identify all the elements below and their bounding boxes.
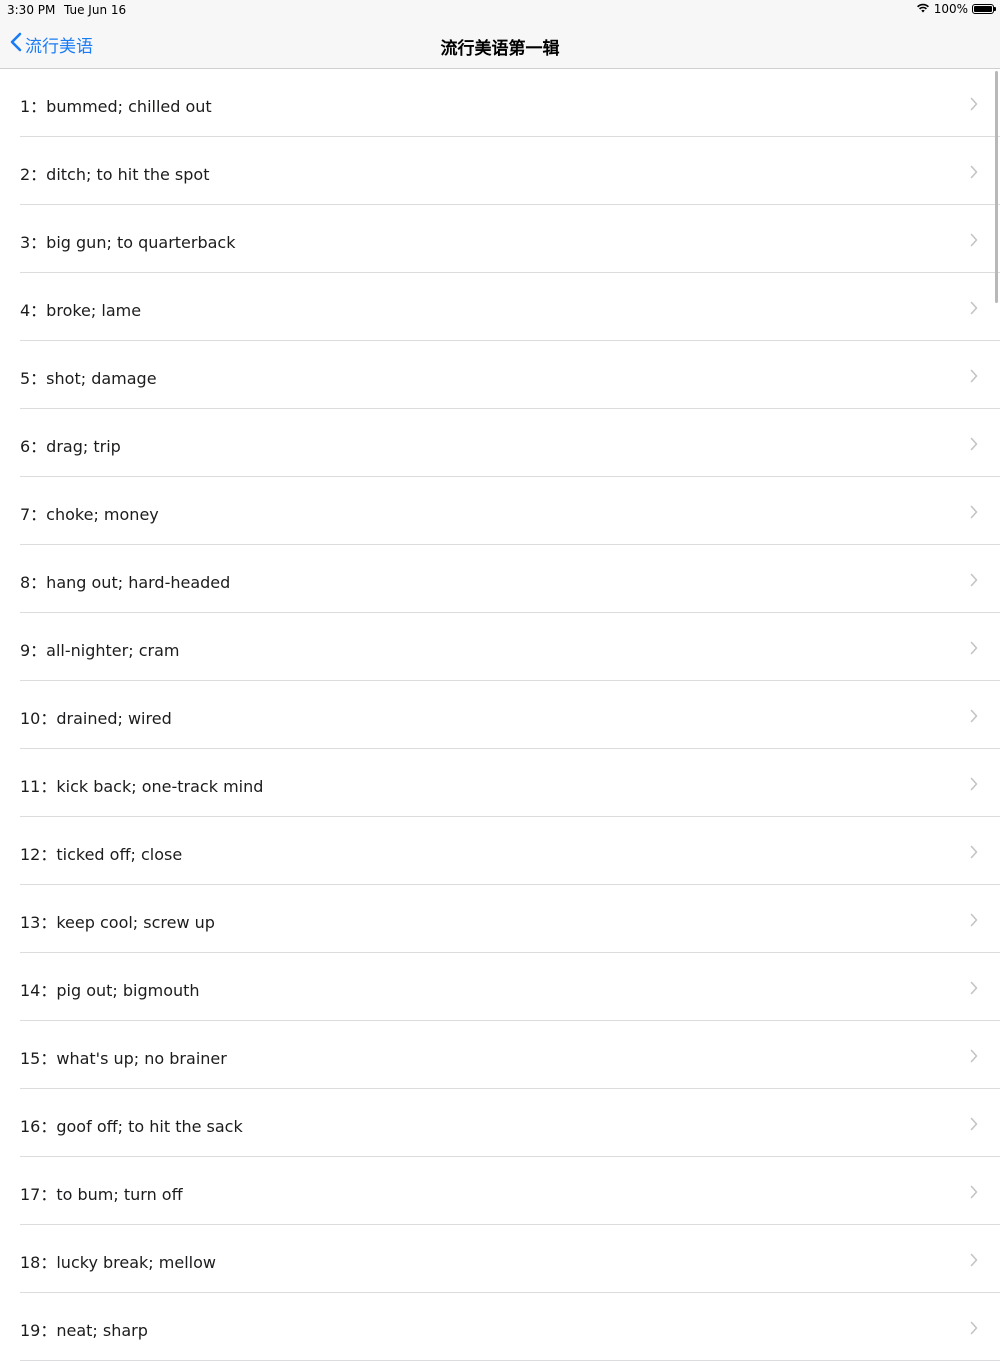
list-item[interactable]: 1：bummed; chilled out <box>20 69 1000 137</box>
list-item[interactable]: 13：keep cool; screw up <box>20 885 1000 953</box>
list-item[interactable]: 10：drained; wired <box>20 681 1000 749</box>
list-item-label: 5：shot; damage <box>20 369 157 388</box>
list-item-label: 11：kick back; one-track mind <box>20 777 264 796</box>
list-item-label: 14：pig out; bigmouth <box>20 981 200 1000</box>
chevron-right-icon <box>970 96 978 115</box>
list-item-label: 10：drained; wired <box>20 709 172 728</box>
navigation-bar: 流行美语 流行美语第一辑 <box>0 22 1000 69</box>
list-item-label: 16：goof off; to hit the sack <box>20 1117 243 1136</box>
chevron-right-icon <box>970 572 978 591</box>
list-item-label: 3：big gun; to quarterback <box>20 233 236 252</box>
chevron-right-icon <box>970 1116 978 1135</box>
chevron-right-icon <box>970 776 978 795</box>
chevron-right-icon <box>970 1184 978 1203</box>
status-indicators: 100% <box>916 2 996 16</box>
list-item-label: 12：ticked off; close <box>20 845 183 864</box>
status-date: Tue Jun 16 <box>64 3 127 17</box>
list-item[interactable]: 15：what's up; no brainer <box>20 1021 1000 1089</box>
chevron-right-icon <box>970 1048 978 1067</box>
wifi-icon <box>916 2 930 16</box>
scroll-indicator[interactable] <box>995 71 998 303</box>
chevron-right-icon <box>970 164 978 183</box>
chevron-right-icon <box>970 640 978 659</box>
battery-percent: 100% <box>933 2 968 16</box>
list-item[interactable]: 7：choke; money <box>20 477 1000 545</box>
page-title: 流行美语第一辑 <box>440 39 560 59</box>
list-item[interactable]: 6：drag; trip <box>20 409 1000 477</box>
chevron-right-icon <box>970 300 978 319</box>
list-item-label: 19：neat; sharp <box>20 1321 148 1340</box>
chevron-right-icon <box>970 844 978 863</box>
battery-icon <box>972 4 996 14</box>
status-bar: 3:30 PM Tue Jun 16 100% <box>0 0 1000 22</box>
list-item[interactable]: 17：to bum; turn off <box>20 1157 1000 1225</box>
chevron-right-icon <box>970 980 978 999</box>
chevron-right-icon <box>970 368 978 387</box>
lesson-list: 1：bummed; chilled out 2：ditch; to hit the… <box>0 69 1000 1361</box>
list-item[interactable]: 3：big gun; to quarterback <box>20 205 1000 273</box>
list-item-label: 17：to bum; turn off <box>20 1185 183 1204</box>
list-item-label: 7：choke; money <box>20 505 159 524</box>
list-item[interactable]: 12：ticked off; close <box>20 817 1000 885</box>
chevron-right-icon <box>970 504 978 523</box>
chevron-right-icon <box>970 436 978 455</box>
list-item-label: 13：keep cool; screw up <box>20 913 215 932</box>
chevron-right-icon <box>970 1320 978 1339</box>
list-item-label: 6：drag; trip <box>20 437 121 456</box>
list-item[interactable]: 11：kick back; one-track mind <box>20 749 1000 817</box>
chevron-right-icon <box>970 232 978 251</box>
list-item[interactable]: 8：hang out; hard-headed <box>20 545 1000 613</box>
list-item[interactable]: 14：pig out; bigmouth <box>20 953 1000 1021</box>
list-item-label: 2：ditch; to hit the spot <box>20 165 210 184</box>
list-item-label: 8：hang out; hard-headed <box>20 573 231 592</box>
list-item-label: 15：what's up; no brainer <box>20 1049 227 1068</box>
list-item[interactable]: 18：lucky break; mellow <box>20 1225 1000 1293</box>
chevron-right-icon <box>970 912 978 931</box>
list-item[interactable]: 5：shot; damage <box>20 341 1000 409</box>
list-item[interactable]: 4：broke; lame <box>20 273 1000 341</box>
list-item[interactable]: 2：ditch; to hit the spot <box>20 137 1000 205</box>
status-time: 3:30 PM <box>7 3 56 17</box>
chevron-right-icon <box>970 1252 978 1271</box>
list-item[interactable]: 19：neat; sharp <box>20 1293 1000 1361</box>
list-item-label: 18：lucky break; mellow <box>20 1253 216 1272</box>
list-item[interactable]: 16：goof off; to hit the sack <box>20 1089 1000 1157</box>
chevron-right-icon <box>970 708 978 727</box>
list-item-label: 9：all-nighter; cram <box>20 641 180 660</box>
list-item[interactable]: 9：all-nighter; cram <box>20 613 1000 681</box>
list-item-label: 4：broke; lame <box>20 301 142 320</box>
list-item-label: 1：bummed; chilled out <box>20 97 212 116</box>
